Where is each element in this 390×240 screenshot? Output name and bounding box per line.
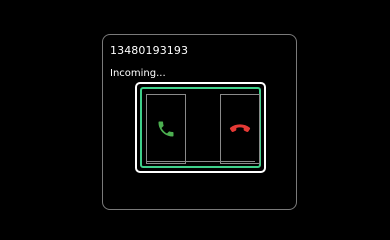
incoming-call-screen: 13480193193 Incoming... — [0, 0, 390, 240]
incoming-call-card: 13480193193 Incoming... — [102, 34, 297, 210]
phone-accept-icon — [156, 119, 176, 139]
decline-call-button[interactable] — [220, 94, 260, 164]
phone-hangup-icon — [229, 122, 251, 136]
panel-divider — [146, 161, 255, 162]
call-action-panel — [135, 82, 266, 173]
call-status: Incoming... — [110, 68, 166, 79]
accept-call-button[interactable] — [146, 94, 186, 164]
caller-number: 13480193193 — [110, 44, 189, 57]
call-action-focus-ring — [140, 87, 261, 168]
